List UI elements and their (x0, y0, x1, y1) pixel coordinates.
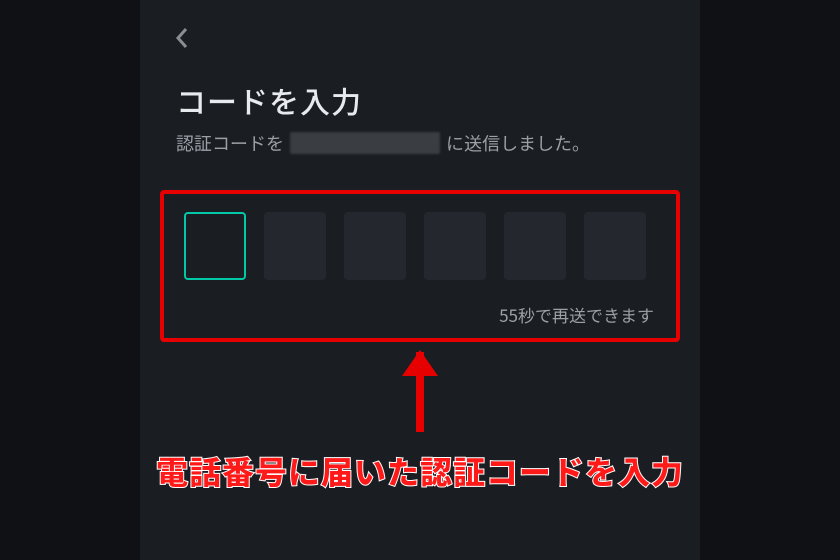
chevron-left-icon (174, 27, 190, 49)
code-digit-4[interactable] (424, 212, 486, 280)
code-digit-6[interactable] (584, 212, 646, 280)
annotation-caption: 電話番号に届いた認証コードを入力 (0, 448, 840, 494)
code-digit-3[interactable] (344, 212, 406, 280)
annotation-arrow (416, 352, 424, 432)
resend-timer: 55秒で再送できます (499, 302, 654, 327)
subtitle-suffix: に送信しました。 (446, 130, 590, 156)
code-digit-2[interactable] (264, 212, 326, 280)
code-digit-5[interactable] (504, 212, 566, 280)
subtitle-prefix: 認証コードを (176, 130, 284, 156)
page-title: コードを入力 (176, 78, 362, 122)
subtitle: 認証コードを に送信しました。 (176, 130, 590, 156)
back-button[interactable] (168, 24, 196, 52)
phone-number-redacted (290, 132, 440, 154)
code-digit-1[interactable] (184, 212, 246, 280)
code-input-row (184, 212, 646, 280)
